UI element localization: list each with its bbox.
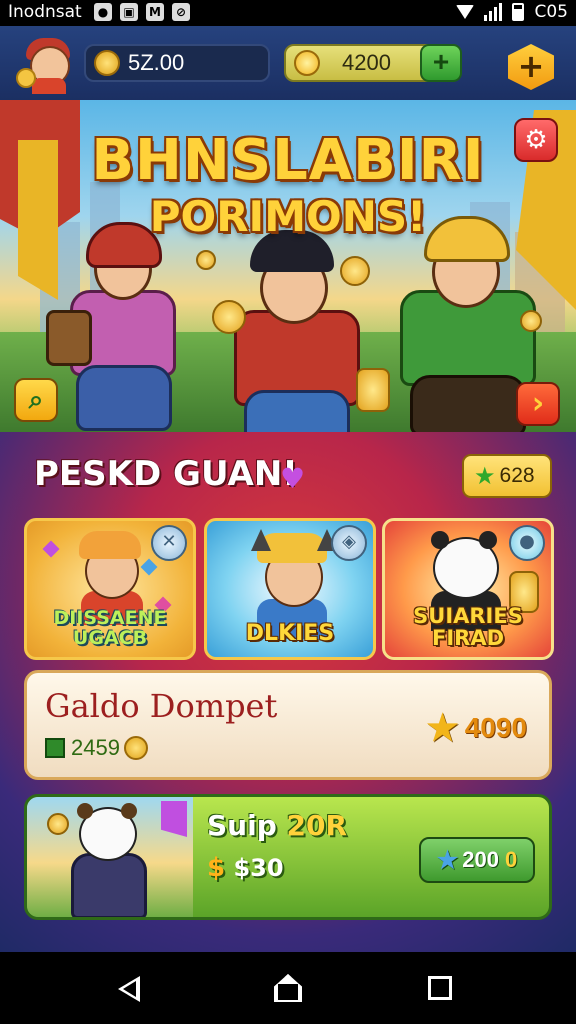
character-legs <box>410 375 526 432</box>
signal-icon <box>484 3 503 21</box>
panda-ear-icon <box>77 803 93 819</box>
offer-price: ★ 4090 <box>426 707 527 749</box>
star-icon: ★ <box>474 462 496 490</box>
promo-row[interactable]: Suip 20R $ $30 ★ 200 0 <box>24 794 552 920</box>
mail-icon: M <box>146 3 164 21</box>
add-button[interactable]: + <box>508 44 554 90</box>
banner-flag <box>161 801 187 837</box>
system-icons: C05 <box>456 2 568 22</box>
offer-name: Galdo Dompet <box>45 687 278 725</box>
blocked-icon: ⊘ <box>172 3 190 21</box>
status-bar: Inodnsat ● ▣ M ⊘ C05 <box>0 0 576 26</box>
recent-apps-icon[interactable] <box>420 972 460 1008</box>
offer-sub-value: 2459 <box>71 735 120 760</box>
coins-counter[interactable]: 5Z.00 <box>84 44 270 82</box>
heart-icon: ♥ <box>280 462 306 495</box>
dollar-icon: $ <box>207 853 226 883</box>
search-button[interactable]: ⌕ <box>14 378 58 422</box>
stars-value: 628 <box>499 464 535 487</box>
hero-character-left <box>46 220 196 431</box>
coin-icon <box>94 50 120 76</box>
hero-banner[interactable]: BHNSLABIRI PORIMONS! ⚙ ⌕ › <box>0 100 576 432</box>
carrier-name: Inodnsat <box>8 2 82 22</box>
coin-icon <box>212 300 246 334</box>
hero-title-line1: BHNSLABIRI <box>91 128 485 193</box>
promo-art <box>27 797 193 917</box>
star-icon: ★ <box>426 707 459 748</box>
panda-torso <box>71 853 147 917</box>
wifi-icon <box>456 5 475 19</box>
promo-buy-button[interactable]: ★ 200 0 <box>419 837 535 883</box>
home-icon[interactable] <box>268 972 308 1008</box>
promo-price-value: $30 <box>233 854 284 882</box>
notification-icons: ● ▣ M ⊘ <box>94 3 190 21</box>
panda-ear-icon <box>479 531 497 549</box>
avatar-shirt <box>32 78 66 94</box>
cat-ear-icon <box>251 529 271 551</box>
gem-sparkle <box>140 558 158 576</box>
card-1-label-line1: DIISSAENE <box>53 607 167 630</box>
orb-icon: ● <box>509 525 545 561</box>
card-3-label-line2: FIRAD <box>431 625 504 650</box>
resource-bar: 5Z.00 4200 + + <box>0 26 576 102</box>
hero-title-line2: PORIMONS! <box>149 192 427 241</box>
promo-button-value: 200 <box>462 847 499 872</box>
coin-icon <box>16 68 36 88</box>
search-icon: ⌕ <box>28 385 44 415</box>
card-2-label-line1: DLKIES <box>245 620 335 646</box>
coin-icon <box>340 256 370 286</box>
gear-icon: ⚙ <box>524 125 548 155</box>
promo-price: $ $30 <box>207 853 284 883</box>
featured-card-2[interactable]: ◈ DLKIES <box>204 518 376 660</box>
settings-button[interactable]: ⚙ <box>514 118 558 162</box>
coins-value: 5Z.00 <box>128 50 185 75</box>
card-2-label: DLKIES <box>207 622 373 645</box>
promo-title-highlight: 20R <box>286 809 348 842</box>
clock: C05 <box>534 2 568 22</box>
player-avatar[interactable] <box>16 32 78 94</box>
character-hair <box>79 531 141 559</box>
character-bag <box>46 310 92 366</box>
coin-icon <box>123 736 148 760</box>
offer-row[interactable]: Galdo Dompet 2459 ★ 4090 <box>24 670 552 780</box>
gem-coin-icon <box>294 50 320 76</box>
featured-section: PESKD GUAN! ♥ ★ 628 ✕ DIISSAENE UGACB ◈ … <box>0 432 576 952</box>
card-3-label-line1: SUIARIES <box>413 603 523 628</box>
coin-icon <box>520 310 542 332</box>
coin-icon <box>47 813 69 835</box>
coin-icon <box>196 250 216 270</box>
compass-icon: ✕ <box>151 525 187 561</box>
add-gems-button[interactable]: + <box>420 44 462 82</box>
promo-button-extra: 0 <box>504 847 518 872</box>
next-button[interactable]: › <box>516 382 560 426</box>
offer-sub: 2459 <box>45 735 148 761</box>
cash-icon <box>45 738 65 758</box>
card-3-label: SUIARIES FIRAD <box>385 605 551 649</box>
stars-counter[interactable]: ★ 628 <box>462 454 552 498</box>
card-1-label: DIISSAENE UGACB <box>27 607 193 650</box>
panda-ear-icon <box>431 531 449 549</box>
back-icon[interactable] <box>110 972 150 1008</box>
star-icon: ★ <box>436 846 459 874</box>
gem-sparkle <box>42 540 60 558</box>
character-legs <box>76 365 172 431</box>
section-title: PESKD GUAN! <box>34 454 298 494</box>
notification-icon: ● <box>94 3 112 21</box>
panda-ear-icon <box>121 803 137 819</box>
coin-stack-icon <box>356 368 390 412</box>
promo-title: Suip 20R <box>207 809 347 842</box>
gem-icon: ◈ <box>331 525 367 561</box>
card-1-label-line2: UGACB <box>72 627 148 650</box>
offer-price-value: 4090 <box>464 712 527 743</box>
featured-card-1[interactable]: ✕ DIISSAENE UGACB <box>24 518 196 660</box>
featured-card-3[interactable]: ● SUIARIES FIRAD <box>382 518 554 660</box>
gems-counter[interactable]: 4200 + <box>284 44 462 82</box>
gems-value: 4200 <box>342 50 391 75</box>
photo-icon: ▣ <box>120 3 138 21</box>
battery-icon <box>512 3 525 21</box>
system-nav-bar <box>0 952 576 1024</box>
character-legs <box>244 390 350 432</box>
promo-title-main: Suip <box>207 809 277 842</box>
